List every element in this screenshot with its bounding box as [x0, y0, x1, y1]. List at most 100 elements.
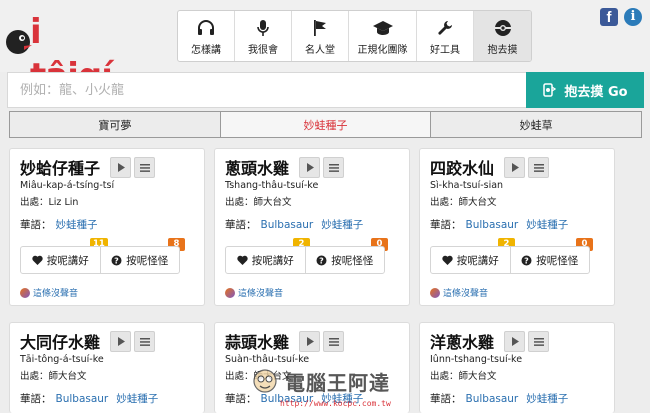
word-card: 蒜頭水雞 Suàn-thâu-tsuí-ke 出處：師大台文 華語： Bulbas… — [214, 322, 410, 413]
nav-item-contribute[interactable]: 我很會 — [235, 11, 292, 61]
vote-good-button[interactable]: 按呢講好 — [226, 247, 305, 273]
pokeball-icon — [494, 19, 512, 37]
word-title: 蒜頭水雞 — [225, 333, 290, 352]
menu-button[interactable] — [323, 157, 344, 178]
source: 出處：師大台文 — [430, 371, 497, 382]
play-button[interactable] — [504, 157, 525, 178]
evolution-tabs: 寶可夢 妙蛙種子 妙蛙草 — [9, 111, 642, 138]
list-icon — [139, 163, 150, 172]
menu-button[interactable] — [134, 157, 155, 178]
translation-link[interactable]: Bulbasaur — [261, 393, 314, 405]
nav-item-hall-of-fame[interactable]: 名人堂 — [292, 11, 349, 61]
question-circle-icon: ? — [316, 255, 327, 265]
microphone-icon — [256, 19, 270, 37]
nav-item-tools[interactable]: 好工具 — [417, 11, 474, 61]
romanization: Tshang-thâu-tsuí-ke — [225, 180, 319, 191]
vote-bad-button[interactable]: ? 按呢怪怪 — [99, 247, 180, 273]
translation-label: 華語： — [225, 393, 257, 405]
menu-button[interactable] — [528, 331, 549, 352]
vote-bad-label: 按呢怪怪 — [331, 254, 374, 267]
translation-link[interactable]: Bulbasaur — [466, 219, 519, 231]
tab-ivysaur[interactable]: 妙蛙草 — [431, 112, 641, 137]
translation-link[interactable]: Bulbasaur — [261, 219, 314, 231]
search-bar: 抱去摸 Go — [7, 72, 644, 108]
translation-link[interactable]: 妙蛙種子 — [116, 393, 158, 405]
vote-good-label: 按呢講好 — [456, 254, 499, 267]
play-button[interactable] — [110, 157, 131, 178]
source: 出處：師大台文 — [20, 371, 87, 382]
menu-button[interactable] — [323, 331, 344, 352]
tab-pokemon[interactable]: 寶可夢 — [10, 112, 221, 137]
vote-box: 按呢講好 ? 按呢怪怪 — [20, 246, 180, 274]
translation-label: 華語： — [225, 219, 257, 231]
heart-icon — [32, 255, 43, 265]
vote-bad-button[interactable]: ? 按呢怪怪 — [304, 247, 385, 273]
play-button[interactable] — [299, 157, 320, 178]
question-circle-icon: ? — [111, 255, 122, 265]
header: i tâigí 怎樣講 我很會 名人堂 正規化團隊 — [0, 0, 650, 96]
nav-label: 我很會 — [248, 44, 278, 56]
vote-good-button[interactable]: 按呢講好 — [431, 247, 510, 273]
flag-icon — [312, 19, 328, 37]
nav-label: 正規化團隊 — [357, 44, 408, 56]
translation-link[interactable]: Bulbasaur — [466, 393, 519, 405]
nav-item-pokemon[interactable]: 抱去摸 — [474, 11, 531, 61]
no-sound-link[interactable]: 這條沒聲音 — [430, 286, 488, 299]
svg-text:?: ? — [114, 256, 119, 265]
word-title: 四跤水仙 — [430, 159, 495, 178]
play-icon — [511, 337, 519, 346]
translation-label: 華語： — [430, 393, 462, 405]
source: 出處：師大台文 — [225, 371, 292, 382]
vote-bad-button[interactable]: ? 按呢怪怪 — [509, 247, 590, 273]
source: 出處：師大台文 — [430, 197, 497, 208]
social-links: f i — [600, 8, 642, 26]
translation-link[interactable]: 妙蛙種子 — [321, 393, 363, 405]
play-button[interactable] — [110, 331, 131, 352]
tab-bulbasaur[interactable]: 妙蛙種子 — [220, 112, 432, 137]
translation: 華語： Bulbasaur 妙蛙種子 — [430, 217, 568, 232]
menu-button[interactable] — [134, 331, 155, 352]
play-icon — [306, 337, 314, 346]
list-icon — [139, 337, 150, 346]
play-button[interactable] — [504, 331, 525, 352]
nav-item-normalization-team[interactable]: 正規化團隊 — [349, 11, 417, 61]
search-go-button[interactable]: 抱去摸 Go — [526, 72, 644, 108]
no-sound-label: 這條沒聲音 — [33, 289, 79, 299]
translation-link[interactable]: 妙蛙種子 — [321, 219, 363, 231]
romanization: Sì-kha-tsuí-sian — [430, 180, 504, 191]
menu-button[interactable] — [528, 157, 549, 178]
translation-link[interactable]: Bulbasaur — [56, 393, 109, 405]
word-title: 洋蔥水雞 — [430, 333, 495, 352]
play-icon — [511, 163, 519, 172]
nav-label: 名人堂 — [305, 44, 335, 56]
heart-icon — [237, 255, 248, 265]
vote-box: 按呢講好 ? 按呢怪怪 — [225, 246, 385, 274]
no-sound-label: 這條沒聲音 — [238, 289, 284, 299]
translation-link[interactable]: 妙蛙種子 — [526, 219, 568, 231]
itaigi-logo[interactable]: i tâigí — [4, 10, 124, 96]
info-icon[interactable]: i — [624, 8, 642, 26]
no-sound-link[interactable]: 這條沒聲音 — [225, 286, 283, 299]
vote-box: 按呢講好 ? 按呢怪怪 — [430, 246, 590, 274]
play-icon — [117, 163, 125, 172]
vote-bad-label: 按呢怪怪 — [536, 254, 579, 267]
heart-icon — [442, 255, 453, 265]
play-button[interactable] — [299, 331, 320, 352]
word-title: 蔥頭水雞 — [225, 159, 290, 178]
no-sound-link[interactable]: 這條沒聲音 — [20, 286, 78, 299]
sound-note-icon — [225, 287, 235, 298]
translation-label: 華語： — [20, 393, 52, 405]
romanization: Tāi-tông-á-tsuí-ke — [20, 354, 104, 365]
svg-text:?: ? — [319, 256, 324, 265]
nav-item-how-to-say[interactable]: 怎樣講 — [178, 11, 235, 61]
romanization: Iûnn-tshang-tsuí-ke — [430, 354, 523, 365]
translation-label: 華語： — [20, 219, 52, 231]
romanization: Miâu-kap-á-tsíng-tsí — [20, 180, 115, 191]
vote-good-button[interactable]: 按呢講好 — [21, 247, 100, 273]
search-input[interactable] — [8, 73, 525, 107]
facebook-icon[interactable]: f — [600, 8, 618, 26]
list-icon — [533, 163, 544, 172]
word-card: 蔥頭水雞 Tshang-thâu-tsuí-ke 出處：師大台文 華語： Bulb… — [214, 148, 410, 306]
translation-link[interactable]: 妙蛙種子 — [56, 219, 98, 231]
translation-link[interactable]: 妙蛙種子 — [526, 393, 568, 405]
